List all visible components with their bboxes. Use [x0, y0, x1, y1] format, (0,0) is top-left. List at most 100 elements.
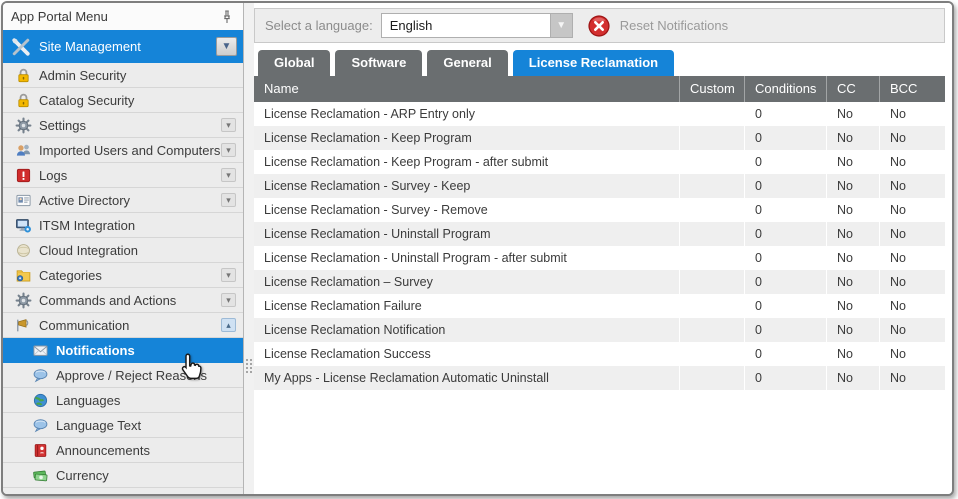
column-header-name[interactable]: Name — [254, 76, 679, 102]
table-row[interactable]: License Reclamation - Survey - Remove 0 … — [254, 198, 945, 222]
sidebar-nav: Admin Security Catalog Security Settings… — [3, 63, 243, 494]
cell-conditions: 0 — [744, 342, 826, 366]
sidebar-item-languages[interactable]: Languages — [3, 388, 243, 413]
column-header-conditions[interactable]: Conditions — [744, 76, 826, 102]
sidebar-title: App Portal Menu — [11, 9, 219, 24]
cell-bcc: No — [879, 102, 945, 126]
sidebar-item-active-directory[interactable]: Active Directory ▾ — [3, 188, 243, 213]
chevron-down-icon[interactable]: ▼ — [550, 14, 572, 37]
cell-conditions: 0 — [744, 270, 826, 294]
tab-general[interactable]: General — [427, 50, 507, 76]
lock-icon — [15, 92, 32, 109]
sidebar-item-admin-security[interactable]: Admin Security — [3, 63, 243, 88]
table-row[interactable]: License Reclamation - Uninstall Program … — [254, 246, 945, 270]
language-select[interactable]: English ▼ — [381, 13, 573, 38]
chevron-down-icon[interactable]: ▾ — [221, 118, 236, 132]
chevron-down-icon[interactable]: ▾ — [221, 293, 236, 307]
cell-name: License Reclamation - Uninstall Program — [254, 222, 679, 246]
sidebar-item-itsm-integration[interactable]: ITSM Integration — [3, 213, 243, 238]
splitter-grip-icon[interactable] — [246, 359, 252, 373]
language-select-value: English — [382, 14, 550, 37]
tab-software[interactable]: Software — [335, 50, 422, 76]
cell-conditions: 0 — [744, 102, 826, 126]
cell-name: License Reclamation - ARP Entry only — [254, 102, 679, 126]
table-row[interactable]: License Reclamation - ARP Entry only 0 N… — [254, 102, 945, 126]
cell-custom — [679, 150, 744, 174]
tab-license-reclamation[interactable]: License Reclamation — [513, 50, 674, 76]
cell-conditions: 0 — [744, 222, 826, 246]
envelope-icon — [32, 342, 49, 359]
sidebar-item-settings[interactable]: Settings ▾ — [3, 113, 243, 138]
cell-custom — [679, 222, 744, 246]
speech-bubble-icon — [32, 367, 49, 384]
cell-cc: No — [826, 102, 879, 126]
sidebar-item-language-text[interactable]: Language Text — [3, 413, 243, 438]
sidebar-item-categories[interactable]: Categories ▾ — [3, 263, 243, 288]
chevron-up-icon[interactable]: ▴ — [221, 318, 236, 332]
chevron-down-icon[interactable]: ▾ — [221, 268, 236, 282]
lock-icon — [15, 67, 32, 84]
cell-name: License Reclamation - Keep Program — [254, 126, 679, 150]
tools-icon — [11, 37, 31, 57]
cell-cc: No — [826, 174, 879, 198]
cell-name: License Reclamation - Survey - Keep — [254, 174, 679, 198]
reset-x-icon — [587, 14, 611, 38]
chevron-down-icon[interactable]: ▼ — [216, 37, 237, 56]
folder-gear-icon — [15, 267, 32, 284]
sidebar-item-currency[interactable]: Currency — [3, 463, 243, 488]
cell-bcc: No — [879, 222, 945, 246]
table-row[interactable]: License Reclamation – Survey 0 No No — [254, 270, 945, 294]
sidebar-item-approve-reject-reasons[interactable]: Approve / Reject Reasons — [3, 363, 243, 388]
chevron-down-icon[interactable]: ▾ — [221, 143, 236, 157]
pushpin-icon[interactable] — [219, 9, 235, 25]
sidebar-item-imported-users-and-computers[interactable]: Imported Users and Computers ▾ — [3, 138, 243, 163]
tab-global[interactable]: Global — [258, 50, 330, 76]
table-row[interactable]: License Reclamation Notification 0 No No — [254, 318, 945, 342]
table-row[interactable]: License Reclamation Failure 0 No No — [254, 294, 945, 318]
sidebar-root-label: Site Management — [39, 39, 216, 54]
sidebar-item-commands-and-actions[interactable]: Commands and Actions ▾ — [3, 288, 243, 313]
table-row[interactable]: My Apps - License Reclamation Automatic … — [254, 366, 945, 390]
cell-name: License Reclamation - Uninstall Program … — [254, 246, 679, 270]
sidebar-item-notifications[interactable]: Notifications — [3, 338, 243, 363]
monitor-gear-icon — [15, 217, 32, 234]
cell-bcc: No — [879, 198, 945, 222]
cell-cc: No — [826, 318, 879, 342]
column-header-cc[interactable]: CC — [826, 76, 879, 102]
cell-cc: No — [826, 246, 879, 270]
cell-bcc: No — [879, 366, 945, 390]
sidebar-item-logs[interactable]: Logs ▾ — [3, 163, 243, 188]
sidebar-item-site-management[interactable]: Site Management ▼ — [3, 30, 243, 63]
cell-name: License Reclamation Failure — [254, 294, 679, 318]
cell-cc: No — [826, 294, 879, 318]
sidebar-item-announcements[interactable]: Announcements — [3, 438, 243, 463]
address-card-icon — [15, 192, 32, 209]
cell-cc: No — [826, 342, 879, 366]
speech-bubble-icon — [32, 417, 49, 434]
language-select-label: Select a language: — [265, 18, 373, 33]
cell-custom — [679, 102, 744, 126]
column-header-bcc[interactable]: BCC — [879, 76, 945, 102]
table-row[interactable]: License Reclamation - Uninstall Program … — [254, 222, 945, 246]
sidebar-item-communication[interactable]: Communication ▴ — [3, 313, 243, 338]
table-row[interactable]: License Reclamation - Keep Program 0 No … — [254, 126, 945, 150]
chevron-down-icon[interactable]: ▾ — [221, 168, 236, 182]
cell-custom — [679, 246, 744, 270]
chevron-down-icon[interactable]: ▾ — [221, 193, 236, 207]
cell-name: License Reclamation - Survey - Remove — [254, 198, 679, 222]
table-row[interactable]: License Reclamation - Keep Program - aft… — [254, 150, 945, 174]
cell-bcc: No — [879, 342, 945, 366]
sidebar-item-cloud-integration[interactable]: Cloud Integration — [3, 238, 243, 263]
cell-bcc: No — [879, 318, 945, 342]
reset-notifications-button[interactable]: Reset Notifications — [587, 14, 728, 38]
pane-splitter[interactable] — [244, 3, 254, 494]
cell-custom — [679, 294, 744, 318]
sidebar-header: App Portal Menu — [3, 3, 243, 30]
table-row[interactable]: License Reclamation Success 0 No No — [254, 342, 945, 366]
cell-conditions: 0 — [744, 294, 826, 318]
table-row[interactable]: License Reclamation - Survey - Keep 0 No… — [254, 174, 945, 198]
cell-cc: No — [826, 126, 879, 150]
alert-icon — [15, 167, 32, 184]
sidebar-item-catalog-security[interactable]: Catalog Security — [3, 88, 243, 113]
column-header-custom[interactable]: Custom — [679, 76, 744, 102]
